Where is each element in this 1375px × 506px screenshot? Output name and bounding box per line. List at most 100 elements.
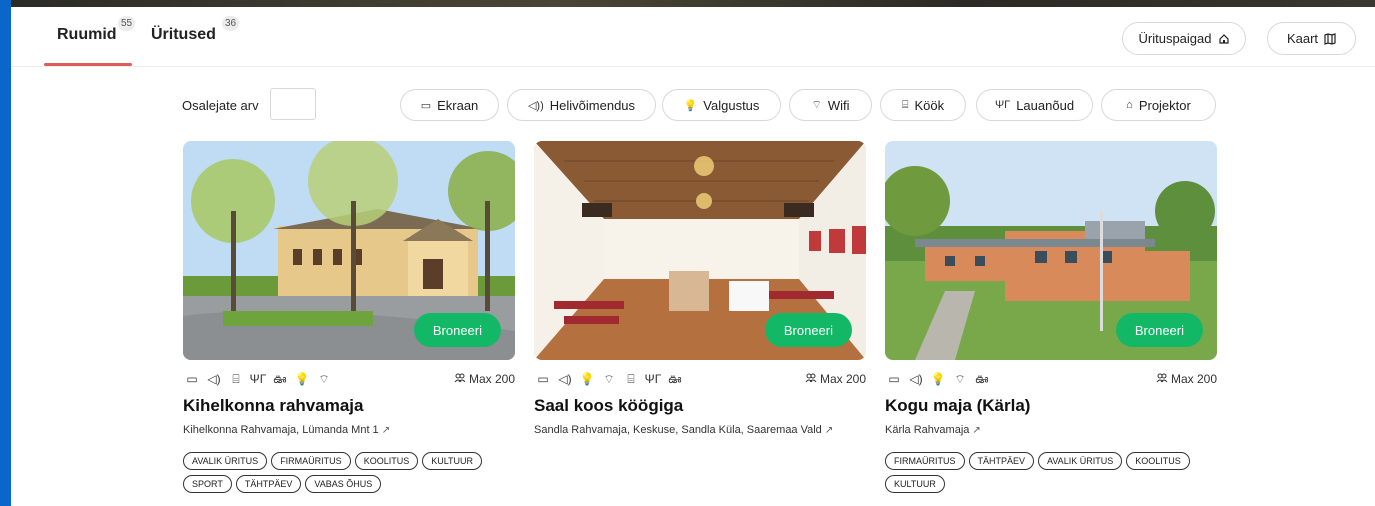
- active-tab-indicator: [44, 63, 132, 66]
- bulb-icon: 💡: [294, 372, 310, 386]
- filter-chip-label: Wifi: [827, 97, 850, 113]
- bulb-icon: 💡: [683, 99, 698, 112]
- venue-address-link[interactable]: Sandla Rahvamaja, Keskuse, Sandla Küla, …: [534, 424, 866, 436]
- screen-icon: ▭: [420, 99, 432, 112]
- filter-chip-label: Ekraan: [437, 97, 479, 113]
- venue-card[interactable]: Broneeri ▭ ◁) 💡 ⌔ ఊ Max 200 Kogu maja (Kärla…: [885, 141, 1217, 493]
- amenities-row: ▭ ◁) 💡 ⌔ ⌸ ΨΓ ఊ Max 200: [534, 370, 866, 388]
- map-button[interactable]: Kaart: [1267, 22, 1356, 55]
- wifi-icon: ⌔: [811, 99, 822, 111]
- speaker-icon: ◁): [207, 372, 221, 386]
- external-arrow-icon: ↗: [824, 425, 834, 436]
- filter-chip-kook[interactable]: ⌸ Köök: [880, 89, 966, 121]
- filter-chip-valgustus[interactable]: 💡 Valgustus: [662, 89, 781, 121]
- screen-icon: ▭: [888, 372, 900, 386]
- tab-uritused-count-badge: 36: [222, 16, 240, 31]
- cutlery-icon: ΨΓ: [994, 99, 1011, 111]
- tag[interactable]: VABAS ÕHUS: [305, 475, 382, 493]
- people-icon: [454, 373, 466, 383]
- projector-icon: ⌂: [1126, 99, 1133, 111]
- capacity-value: Max 200: [468, 372, 515, 386]
- tab-uritused[interactable]: Üritused 36: [151, 16, 240, 44]
- wifi-icon: ⌔: [954, 372, 966, 386]
- map-icon: [1324, 32, 1336, 45]
- filter-chip-label: Lauanõud: [1016, 97, 1075, 113]
- tag[interactable]: AVALIK ÜRITUS: [183, 452, 268, 470]
- speaker-icon: ◁)): [527, 99, 544, 112]
- wifi-icon: ⌔: [318, 372, 330, 386]
- venue-card[interactable]: Broneeri ▭ ◁) 💡 ⌔ ⌸ ΨΓ ఊ Max 200 Saal koos köö…: [534, 141, 866, 436]
- participants-input[interactable]: [270, 88, 316, 120]
- tag[interactable]: FIRMAÜRITUS: [885, 452, 965, 470]
- book-button[interactable]: Broneeri: [764, 313, 852, 347]
- tag[interactable]: KOOLITUS: [354, 452, 419, 470]
- venue-address-link[interactable]: Kihelkonna Rahvamaja, Lümanda Mnt 1 ↗: [183, 424, 515, 436]
- speaker-icon: ◁): [558, 372, 572, 386]
- capacity-label: Max 200: [1156, 372, 1217, 386]
- amenities-row: ▭ ◁) 💡 ⌔ ఊ Max 200: [885, 370, 1217, 388]
- tag[interactable]: KULTUUR: [422, 452, 483, 470]
- cutlery-icon: ΨΓ: [644, 372, 662, 386]
- filter-chip-wifi[interactable]: ⌔ Wifi: [789, 89, 872, 121]
- projector-icon: ఊ: [668, 372, 682, 386]
- book-button[interactable]: Broneeri: [1115, 313, 1203, 347]
- venue-title[interactable]: Kihelkonna rahvamaja: [183, 396, 515, 416]
- stove-icon: ⌸: [627, 372, 635, 386]
- filter-chip-helivoimendus[interactable]: ◁)) Helivõimendus: [507, 89, 656, 121]
- stove-icon: ⌸: [901, 98, 909, 111]
- tab-ruumid[interactable]: Ruumid 55: [57, 16, 136, 44]
- cutlery-icon: ΨΓ: [249, 372, 267, 386]
- home-icon: [1218, 33, 1229, 44]
- venue-photo[interactable]: Broneeri: [534, 141, 866, 360]
- tag[interactable]: TÄHTPÄEV: [968, 452, 1035, 470]
- capacity-value: Max 200: [1170, 372, 1217, 386]
- people-icon: [1156, 373, 1168, 383]
- venue-photo[interactable]: Broneeri: [885, 141, 1217, 360]
- wifi-icon: ⌔: [603, 372, 615, 386]
- hero-image-strip: [11, 0, 1375, 7]
- tab-ruumid-count-badge: 55: [118, 16, 136, 31]
- venue-title[interactable]: Saal koos köögiga: [534, 396, 866, 416]
- venue-address-link[interactable]: Kärla Rahvamaja ↗: [885, 424, 1217, 436]
- venue-photo[interactable]: Broneeri: [183, 141, 515, 360]
- map-button-label: Kaart: [1286, 31, 1319, 46]
- tag[interactable]: TÄHTPÄEV: [235, 475, 302, 493]
- people-icon: [805, 373, 817, 383]
- tag[interactable]: KULTUUR: [885, 475, 945, 493]
- filter-chip-label: Helivõimendus: [549, 97, 636, 113]
- projector-icon: ఊ: [975, 372, 989, 386]
- screen-icon: ▭: [537, 372, 549, 386]
- external-arrow-icon: ↗: [972, 425, 981, 436]
- amenities-row: ▭ ◁) ⌸ ΨΓ ఊ 💡 ⌔ Max 200: [183, 370, 515, 388]
- speaker-icon: ◁): [909, 372, 923, 386]
- projector-icon: ఊ: [273, 372, 287, 386]
- tag-list: AVALIK ÜRITUS FIRMAÜRITUS KOOLITUS KULTU…: [183, 452, 515, 493]
- bulb-icon: 💡: [930, 372, 946, 386]
- venue-card[interactable]: Broneeri ▭ ◁) ⌸ ΨΓ ఊ 💡 ⌔ Max 200 Kihelkonna ra…: [183, 141, 515, 493]
- venue-address: Kihelkonna Rahvamaja, Lümanda Mnt 1: [183, 424, 379, 436]
- filter-chip-projektor[interactable]: ⌂ Projektor: [1101, 89, 1216, 121]
- tag[interactable]: KOOLITUS: [1126, 452, 1190, 470]
- venues-button[interactable]: Ürituspaigad: [1122, 22, 1246, 55]
- tag[interactable]: FIRMAÜRITUS: [271, 452, 351, 470]
- filter-chip-ekraan[interactable]: ▭ Ekraan: [400, 89, 499, 121]
- stove-icon: ⌸: [232, 372, 240, 386]
- tab-ruumid-label: Ruumid: [57, 26, 117, 43]
- book-button[interactable]: Broneeri: [413, 313, 501, 347]
- tag-list: FIRMAÜRITUS TÄHTPÄEV AVALIK ÜRITUS KOOLI…: [885, 452, 1217, 493]
- filter-row: Osalejate arv ▭ Ekraan ◁)) Helivõimendus…: [0, 88, 1375, 122]
- capacity-value: Max 200: [819, 372, 866, 386]
- tab-uritused-label: Üritused: [151, 26, 216, 43]
- venue-address: Kärla Rahvamaja: [885, 424, 970, 436]
- capacity-label: Max 200: [454, 372, 515, 386]
- filter-chip-label: Köök: [914, 97, 945, 113]
- venue-title[interactable]: Kogu maja (Kärla): [885, 396, 1217, 416]
- bulb-icon: 💡: [579, 372, 595, 386]
- filter-chip-lauanoud[interactable]: ΨΓ Lauanõud: [976, 89, 1093, 121]
- external-arrow-icon: ↗: [381, 425, 391, 436]
- tag[interactable]: SPORT: [183, 475, 232, 493]
- screen-icon: ▭: [186, 372, 198, 386]
- participants-label: Osalejate arv: [182, 98, 259, 113]
- tag[interactable]: AVALIK ÜRITUS: [1038, 452, 1123, 470]
- tab-bar: Ruumid 55 Üritused 36 Ürituspaigad Kaart: [11, 7, 1375, 67]
